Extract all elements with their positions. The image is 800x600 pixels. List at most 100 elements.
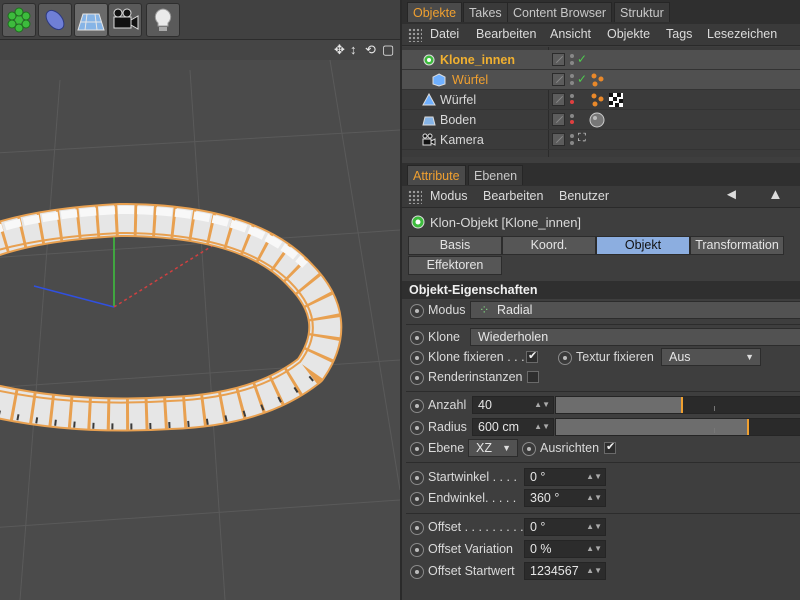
render-visibility-dot[interactable] [570, 81, 574, 85]
light-icon[interactable] [146, 3, 180, 37]
attribute-manager-menu: Modus Bearbeiten Benutzer ◄ ▲ [402, 186, 800, 208]
menu-datei[interactable]: Datei [430, 27, 459, 41]
menu-modus[interactable]: Modus [430, 189, 468, 203]
klone-animate-radio[interactable] [410, 331, 424, 345]
offset-startwert-animate-radio[interactable] [410, 565, 424, 579]
slider-handle[interactable] [747, 419, 749, 435]
tab-objekte[interactable]: Objekte [407, 2, 463, 22]
stepper-icon[interactable]: ▲▼ [586, 541, 602, 557]
camera-icon[interactable] [108, 3, 142, 37]
tab-takes[interactable]: Takes [463, 2, 508, 22]
viewport-3d-scene[interactable] [0, 60, 400, 600]
menu-tags[interactable]: Tags [666, 27, 692, 41]
cloner-icon[interactable] [2, 3, 36, 37]
ebene-animate-radio[interactable] [410, 442, 424, 456]
layer-box[interactable] [552, 113, 565, 126]
ebene-dropdown[interactable]: XZ ▼ [468, 439, 518, 457]
klone-dropdown[interactable]: Wiederholen [470, 328, 800, 346]
rotate-view-icon[interactable]: ⟲ [365, 42, 376, 58]
dolly-view-icon[interactable]: ↕ [350, 42, 357, 57]
slider-handle[interactable] [681, 397, 683, 413]
editor-visibility-dot[interactable] [570, 114, 574, 118]
ausrichten-checkbox[interactable] [604, 440, 616, 454]
layer-box[interactable] [552, 73, 565, 86]
up-arrow-icon[interactable]: ▲ [768, 186, 783, 203]
stepper-icon[interactable]: ▲▼ [534, 419, 550, 435]
layer-box[interactable] [552, 93, 565, 106]
editor-visibility-dot[interactable] [570, 134, 574, 138]
anzahl-input[interactable]: 40 ▲▼ [472, 396, 554, 414]
endwinkel-animate-radio[interactable] [410, 492, 424, 506]
layer-box[interactable] [552, 53, 565, 66]
render-visibility-dot[interactable] [570, 141, 574, 145]
radius-input[interactable]: 600 cm ▲▼ [472, 418, 554, 436]
tab-objekt[interactable]: Objekt [596, 236, 690, 255]
editor-visibility-dot[interactable] [570, 54, 574, 58]
tab-content-browser[interactable]: Content Browser [507, 2, 613, 22]
enabled-check-icon[interactable]: ✓ [577, 52, 587, 66]
menu-ansicht[interactable]: Ansicht [550, 27, 591, 41]
floor-icon[interactable] [74, 3, 108, 37]
endwinkel-input[interactable]: 360 ° ▲▼ [524, 489, 606, 507]
move-view-icon[interactable]: ✥ [334, 42, 345, 58]
tab-koord[interactable]: Koord. [502, 236, 596, 255]
anzahl-slider[interactable] [555, 396, 800, 414]
editor-visibility-dot[interactable] [570, 74, 574, 78]
stepper-icon[interactable]: ▲▼ [586, 519, 602, 535]
tab-attribute[interactable]: Attribute [407, 165, 466, 185]
grip-icon [408, 190, 422, 204]
stepper-icon[interactable]: ▲▼ [586, 469, 602, 485]
renderinstanzen-animate-radio[interactable] [410, 371, 424, 385]
renderinstanzen-checkbox[interactable] [527, 371, 539, 383]
menu-bearbeiten[interactable]: Bearbeiten [476, 27, 536, 41]
menu-benutzer[interactable]: Benutzer [559, 189, 609, 203]
stepper-icon[interactable]: ▲▼ [586, 490, 602, 506]
modus-animate-radio[interactable] [410, 304, 424, 318]
stepper-icon[interactable]: ▲▼ [534, 397, 550, 413]
tab-struktur[interactable]: Struktur [614, 2, 670, 22]
material-tag-icon[interactable] [609, 93, 623, 107]
tab-basis[interactable]: Basis [408, 236, 502, 255]
tree-row-klone-innen[interactable]: Klone_innen ✓ [402, 50, 800, 70]
deformer-icon[interactable] [38, 3, 72, 37]
render-visibility-dot[interactable] [570, 120, 574, 124]
anzahl-animate-radio[interactable] [410, 399, 424, 413]
stepper-icon[interactable]: ▲▼ [586, 563, 602, 579]
startwinkel-animate-radio[interactable] [410, 471, 424, 485]
modus-dropdown[interactable]: ⁘ Radial [470, 301, 800, 319]
radius-slider[interactable] [555, 418, 800, 436]
tree-row-wuerfel-child[interactable]: Würfel ✓ [402, 70, 800, 90]
tree-row-wuerfel[interactable]: Würfel [402, 90, 800, 110]
tree-row-boden[interactable]: Boden [402, 110, 800, 130]
offset-startwert-input[interactable]: 1234567 ▲▼ [524, 562, 606, 580]
render-visibility-dot[interactable] [570, 61, 574, 65]
offset-animate-radio[interactable] [410, 521, 424, 535]
textur-fixieren-animate-radio[interactable] [558, 351, 572, 365]
tab-transformation[interactable]: Transformation [690, 236, 784, 255]
offset-input[interactable]: 0 ° ▲▼ [524, 518, 606, 536]
phong-tag-icon[interactable] [590, 72, 606, 88]
menu-objekte[interactable]: Objekte [607, 27, 650, 41]
startwinkel-input[interactable]: 0 ° ▲▼ [524, 468, 606, 486]
textur-fixieren-dropdown[interactable]: Aus ▼ [661, 348, 761, 366]
material-sphere-icon[interactable] [588, 111, 606, 129]
tab-effektoren[interactable]: Effektoren [408, 256, 502, 275]
offset-variation-animate-radio[interactable] [410, 543, 424, 557]
phong-tag-icon[interactable] [590, 92, 606, 108]
maximize-view-icon[interactable]: ▢ [382, 42, 394, 58]
enabled-check-icon[interactable]: ✓ [577, 72, 587, 86]
tab-ebenen[interactable]: Ebenen [468, 165, 524, 185]
menu-lesezeichen[interactable]: Lesezeichen [707, 27, 777, 41]
editor-visibility-dot[interactable] [570, 94, 574, 98]
protection-tag-icon[interactable]: ⛶ [578, 132, 586, 145]
klone-fixieren-checkbox[interactable] [526, 349, 538, 363]
klone-fixieren-animate-radio[interactable] [410, 351, 424, 365]
render-visibility-dot[interactable] [570, 100, 574, 104]
menu-bearbeiten[interactable]: Bearbeiten [483, 189, 543, 203]
tree-row-kamera[interactable]: Kamera ⛶ [402, 130, 800, 150]
radius-animate-radio[interactable] [410, 421, 424, 435]
layer-box[interactable] [552, 133, 565, 146]
ausrichten-animate-radio[interactable] [522, 442, 536, 456]
offset-variation-input[interactable]: 0 % ▲▼ [524, 540, 606, 558]
back-arrow-icon[interactable]: ◄ [724, 186, 739, 203]
